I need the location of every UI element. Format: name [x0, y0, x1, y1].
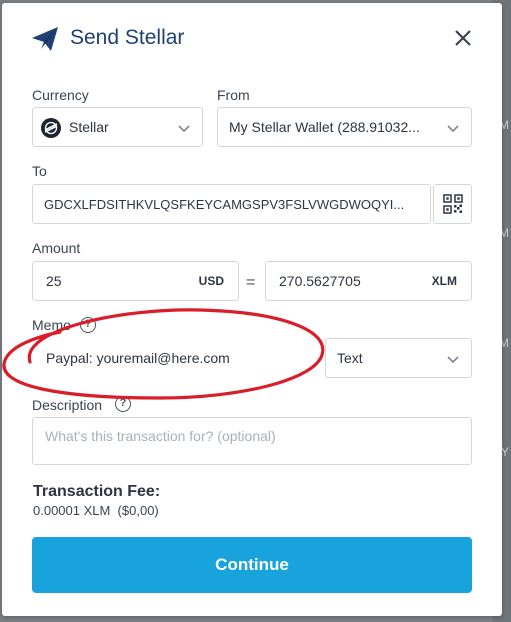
- amount-xlm-input[interactable]: 270.5627705 XLM: [265, 261, 472, 301]
- recipient-address-input[interactable]: GDCXLFDSITHKVLQSFKEYCAMGSPV3FSLVWGDWOQYI…: [32, 184, 431, 224]
- dialog-header: Send Stellar: [2, 3, 502, 73]
- memo-help-icon[interactable]: ?: [80, 317, 96, 333]
- dialog-title: Send Stellar: [70, 26, 185, 49]
- description-textarea[interactable]: What's this transaction for? (optional): [32, 417, 472, 465]
- amount-usd-input[interactable]: 25 USD: [32, 261, 239, 301]
- memo-type-value: Text: [337, 350, 363, 366]
- description-placeholder: What's this transaction for? (optional): [45, 428, 276, 444]
- xlm-unit-label: XLM: [431, 274, 457, 288]
- memo-type-select[interactable]: Text: [325, 338, 472, 378]
- to-label: To: [32, 163, 47, 179]
- from-wallet-select[interactable]: My Stellar Wallet (288.91032...: [217, 107, 472, 147]
- amount-xlm-value: 270.5627705: [279, 273, 361, 289]
- stellar-logo-icon: [41, 118, 61, 138]
- description-help-icon[interactable]: ?: [115, 396, 131, 412]
- equals-sign: =: [246, 274, 256, 291]
- transaction-fee-title: Transaction Fee:: [33, 483, 161, 500]
- memo-label: Memo: [32, 317, 71, 333]
- currency-select[interactable]: Stellar: [32, 107, 203, 147]
- chevron-down-icon: [447, 125, 459, 133]
- amount-label: Amount: [32, 240, 81, 256]
- recipient-address-value: GDCXLFDSITHKVLQSFKEYCAMGSPV3FSLVWGDWOQYI…: [44, 197, 405, 212]
- close-icon[interactable]: [453, 28, 473, 48]
- currency-label: Currency: [32, 87, 89, 103]
- background-letter: Y: [500, 445, 509, 459]
- currency-value: Stellar: [69, 119, 109, 135]
- description-label: Description: [32, 397, 103, 413]
- chevron-down-icon: [178, 125, 190, 133]
- memo-value: Paypal: youremail@here.com: [46, 350, 230, 366]
- paper-plane-icon: [32, 27, 58, 51]
- transaction-fee-value: 0.00001 XLM ($0,00): [33, 503, 159, 518]
- continue-button[interactable]: Continue: [32, 537, 472, 593]
- from-label: From: [217, 87, 250, 103]
- send-dialog: Send Stellar Currency Stellar From My St…: [2, 3, 502, 616]
- from-wallet-value: My Stellar Wallet (288.91032...: [229, 119, 420, 135]
- qr-scan-button[interactable]: [433, 184, 472, 224]
- chevron-down-icon: [447, 356, 459, 364]
- amount-usd-value: 25: [46, 273, 62, 289]
- memo-input[interactable]: Paypal: youremail@here.com: [32, 338, 322, 378]
- qr-code-icon: [443, 194, 463, 214]
- usd-unit-label: USD: [198, 274, 224, 288]
